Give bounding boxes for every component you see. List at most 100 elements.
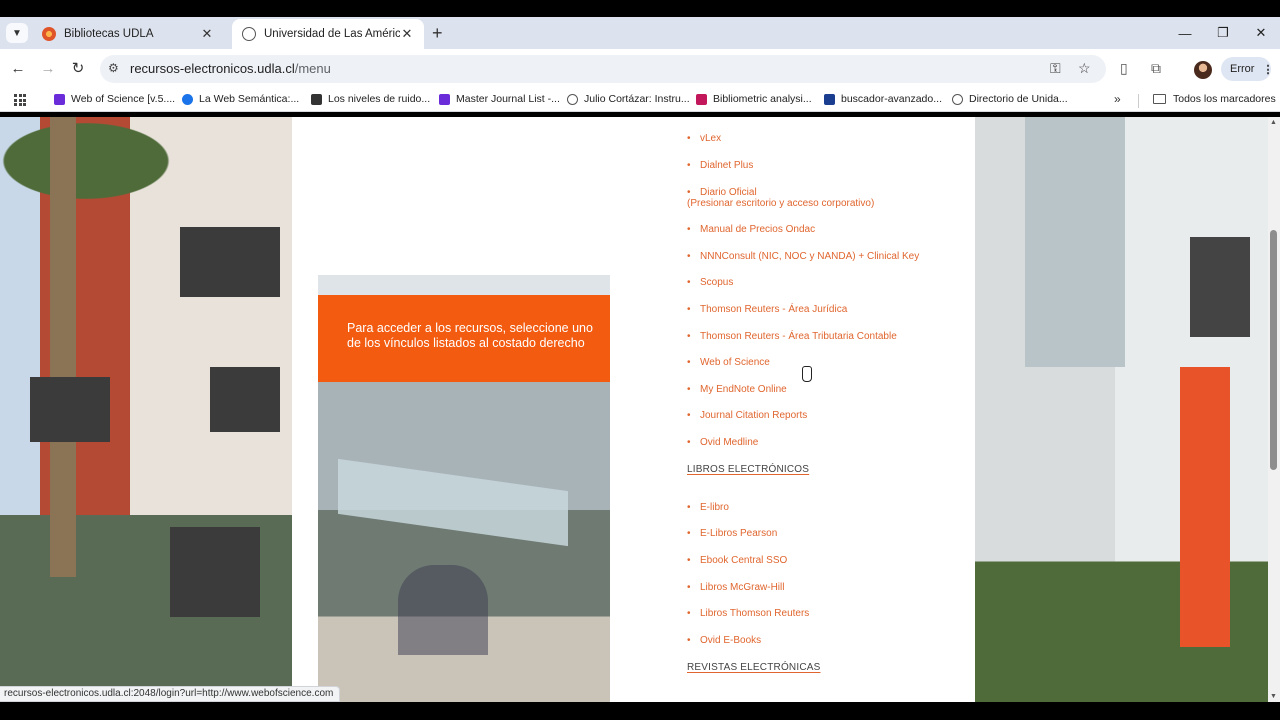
bookmarks-overflow-button[interactable]: » [1114, 92, 1121, 106]
tab-search-button[interactable]: ▼ [6, 23, 28, 43]
key-icon[interactable]: ⚿ [1050, 60, 1061, 77]
resource-label[interactable]: Thomson Reuters - Área Jurídica [700, 304, 847, 315]
page-scrollbar[interactable]: ▲ ▼ [1268, 117, 1280, 702]
bookmark-label: La Web Semántica:... [199, 93, 300, 105]
resource-label[interactable]: Manual de Precios Ondac [700, 224, 815, 235]
extensions-icon[interactable]: ⧉ [1151, 60, 1161, 77]
resource-label[interactable]: Scopus [700, 277, 733, 288]
bookmarks-bar: Web of Science [v.5.... La Web Semántica… [0, 89, 1280, 112]
resource-label[interactable]: Ovid Medline [700, 437, 758, 448]
palm-trunk [50, 117, 76, 577]
resource-label[interactable]: Dialnet Plus [700, 160, 753, 171]
bookmark-label: Bibliometric analysi... [713, 93, 812, 105]
star-icon[interactable]: ☆ [1078, 60, 1091, 77]
address-bar[interactable]: ⚙ recursos-electronicos.udla.cl/menu ⚿ ☆ [100, 55, 1106, 83]
tab-universidad-las-americas[interactable]: Universidad de Las Américas ✕ [232, 19, 424, 49]
globe-icon [952, 93, 963, 105]
udla-banner [1180, 367, 1230, 647]
tab-strip: ▼ Bibliotecas UDLA ✕ Universidad de Las … [0, 17, 1280, 49]
bullet: • [687, 437, 691, 448]
reading-mode-icon[interactable]: ▯ [1120, 60, 1128, 77]
browser-toolbar: ← → ↻ ⚙ recursos-electronicos.udla.cl/me… [0, 49, 1280, 89]
students [398, 565, 488, 655]
bookmark-buscador-avanzado[interactable]: buscador-avanzado... [824, 93, 942, 105]
site-info-icon[interactable]: ⚙ [108, 61, 119, 75]
close-window-button[interactable]: ✕ [1242, 17, 1280, 49]
resource-label[interactable]: Libros McGraw-Hill [700, 582, 784, 593]
bullet: • [687, 357, 691, 368]
building-window [180, 227, 280, 297]
forward-arrow-icon[interactable]: → [38, 59, 58, 79]
page-viewport: Para acceder a los recursos, seleccione … [0, 117, 1268, 702]
maximize-button[interactable]: ❐ [1204, 17, 1242, 49]
bookmark-julio-cortazar[interactable]: Julio Cortázar: Instru... [567, 93, 690, 105]
link-status-bar: recursos-electronicos.udla.cl:2048/login… [0, 686, 341, 702]
screen-top-border [0, 0, 1280, 17]
all-bookmarks-button[interactable]: Todos los marcadores [1153, 93, 1276, 105]
glass-facade [1025, 117, 1125, 367]
bullet: • [687, 187, 691, 198]
resource-label[interactable]: Thomson Reuters - Área Tributaria Contab… [700, 331, 897, 342]
campus-background-right [975, 117, 1268, 702]
resource-label[interactable]: Web of Science [700, 357, 770, 368]
resource-label[interactable]: E-libro [700, 502, 729, 513]
tab-title: Bibliotecas UDLA [64, 28, 154, 40]
apps-grid-icon[interactable] [14, 94, 26, 106]
palm-fronds [0, 117, 230, 227]
resource-label[interactable]: Journal Citation Reports [700, 410, 807, 421]
bullet: • [687, 133, 691, 144]
main-content: Para acceder a los recursos, seleccione … [292, 117, 975, 702]
bullet: • [687, 410, 691, 421]
scrollbar-thumb[interactable] [1270, 230, 1277, 470]
bullet: • [687, 635, 691, 646]
resource-label[interactable]: Diario Oficial [700, 187, 757, 198]
bookmark-master-journal-list[interactable]: Master Journal List -... [439, 93, 560, 105]
resource-label[interactable]: Ebook Central SSO [700, 555, 787, 566]
url-text[interactable]: recursos-electronicos.udla.cl/menu [130, 61, 331, 76]
close-icon[interactable]: ✕ [200, 26, 214, 42]
campus-background-left [0, 117, 292, 702]
bullet: • [687, 582, 691, 593]
resource-label[interactable]: Libros Thomson Reuters [700, 608, 809, 619]
globe-icon [567, 93, 578, 105]
bookmark-bibliometric-analysis[interactable]: Bibliometric analysi... [696, 93, 812, 105]
bookmark-favicon-icon [311, 93, 322, 105]
chevron-down-icon: ▼ [12, 27, 22, 39]
bullet: • [687, 277, 691, 288]
scroll-up-arrow-icon[interactable]: ▲ [1270, 119, 1277, 126]
new-tab-button[interactable]: + [432, 24, 443, 42]
bookmark-label: buscador-avanzado... [841, 93, 942, 105]
bookmark-niveles-ruido[interactable]: Los niveles de ruido... [311, 93, 430, 105]
profile-error-button[interactable]: Error ⋮ [1221, 57, 1273, 81]
bookmark-label: Web of Science [v.5.... [71, 93, 176, 105]
resource-label[interactable]: Ovid E-Books [700, 635, 761, 646]
scroll-down-arrow-icon[interactable]: ▼ [1270, 693, 1277, 700]
bookmark-favicon-icon [54, 93, 65, 105]
bullet: • [687, 160, 691, 171]
close-icon[interactable]: ✕ [400, 26, 414, 42]
bookmark-web-semantica[interactable]: La Web Semántica:... [182, 93, 299, 105]
resource-label[interactable]: NNNConsult (NIC, NOC y NANDA) + Clinical… [700, 251, 919, 262]
building-window [1190, 237, 1250, 337]
bullet: • [687, 608, 691, 619]
resource-label[interactable]: E-Libros Pearson [700, 528, 777, 539]
bullet: • [687, 528, 691, 539]
all-bookmarks-label: Todos los marcadores [1173, 93, 1276, 105]
bookmark-favicon-icon [696, 93, 707, 105]
resource-label[interactable]: My EndNote Online [700, 384, 787, 395]
url-host: recursos-electronicos.udla.cl [130, 61, 295, 76]
bookmark-web-of-science[interactable]: Web of Science [v.5.... [54, 93, 175, 105]
back-arrow-icon[interactable]: ← [8, 59, 28, 79]
minimize-button[interactable]: — [1166, 17, 1204, 49]
bookmark-directorio-unidades[interactable]: Directorio de Unida... [952, 93, 1068, 105]
profile-avatar[interactable] [1194, 61, 1212, 79]
diario-oficial-note: (Presionar escritorio y acceso corporati… [687, 198, 875, 209]
tab-title: Universidad de Las Américas [264, 28, 400, 40]
bookmark-favicon-icon [824, 93, 835, 105]
reload-icon[interactable]: ↻ [68, 59, 88, 79]
tab-bibliotecas-udla[interactable]: Bibliotecas UDLA ✕ [32, 19, 224, 49]
building-window [30, 377, 110, 442]
resource-label[interactable]: vLex [700, 133, 721, 144]
bookmark-label: Julio Cortázar: Instru... [584, 93, 690, 105]
heading-libros-electronicos: LIBROS ELECTRÓNICOS [687, 464, 810, 475]
